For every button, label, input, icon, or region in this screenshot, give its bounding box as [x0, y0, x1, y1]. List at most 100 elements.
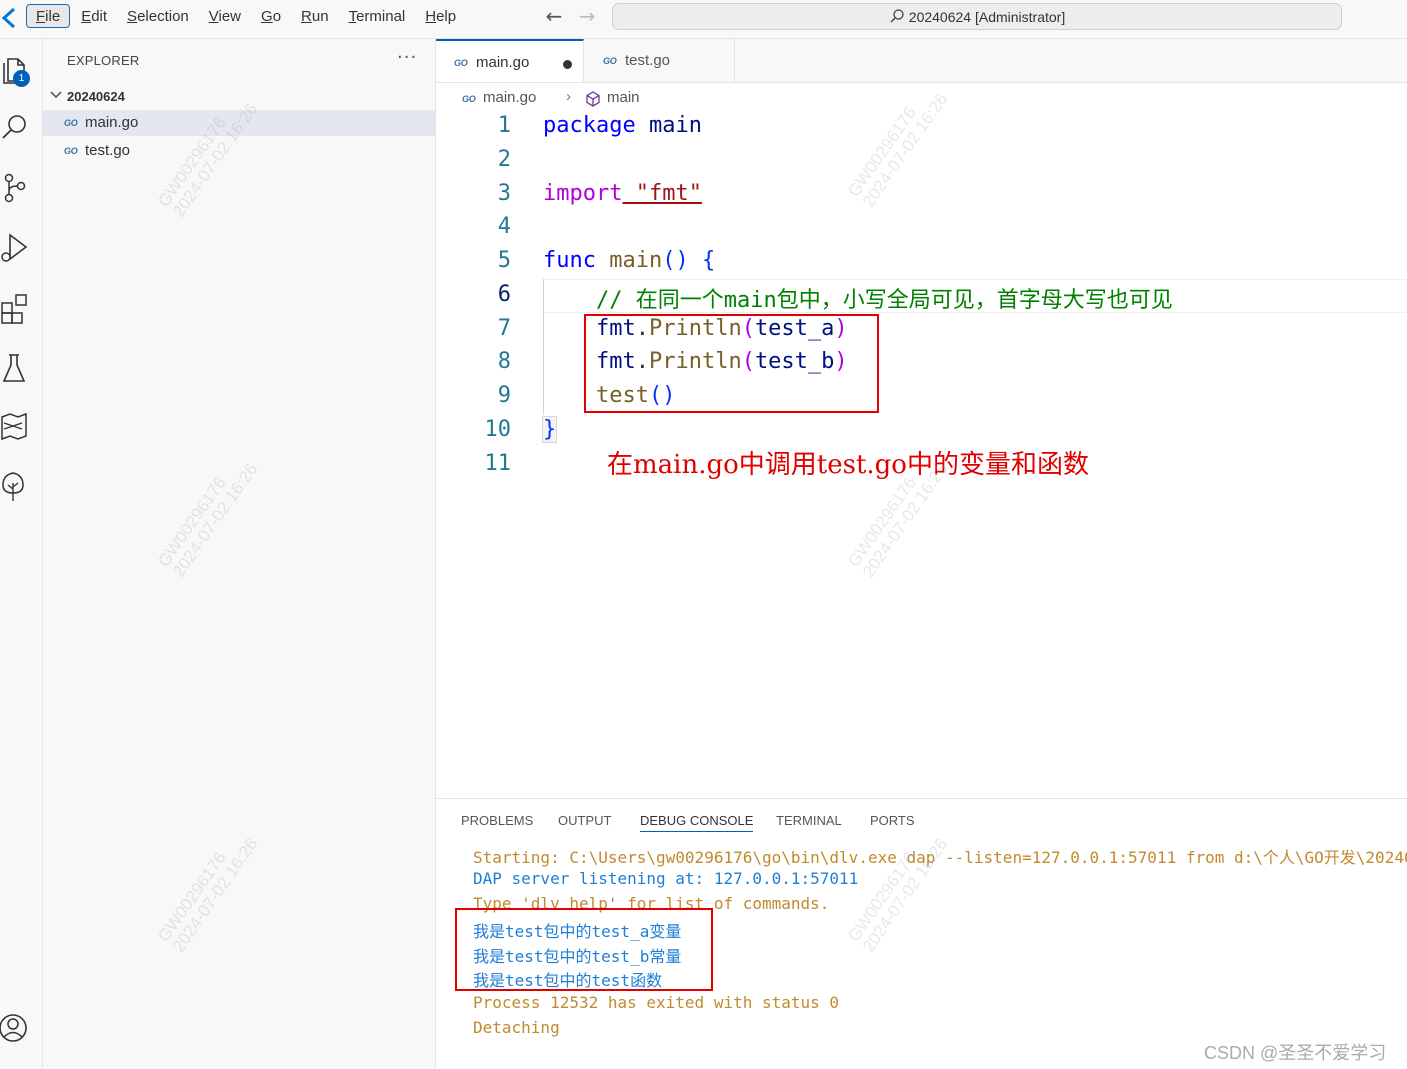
menu-edit-label: dit [91, 8, 108, 25]
folder-name: 20240624 [67, 89, 125, 104]
go-file-icon: GO [462, 94, 476, 104]
go-file-icon: GO [64, 146, 78, 156]
line-number: 6 [497, 282, 511, 307]
map-icon [1, 412, 27, 441]
file-label: main.go [85, 114, 139, 131]
code-editor[interactable]: GO main.go › main 1 package main 2 3 imp… [436, 83, 1407, 798]
code-line: 1 package main [436, 111, 1407, 145]
go-file-icon: GO [603, 56, 617, 66]
search-icon [890, 9, 904, 23]
menu-edit[interactable]: Edit [72, 4, 116, 28]
tab-main-go[interactable]: GO main.go [436, 39, 584, 82]
menu-run-label: un [311, 8, 329, 25]
unsaved-dot-icon[interactable] [563, 60, 572, 69]
tab-test-go[interactable]: GO test.go [585, 39, 735, 82]
menu-view-label: iew [218, 8, 242, 25]
activity-search[interactable] [0, 109, 36, 145]
code-text: func main() { [543, 248, 716, 273]
menu-bar: File Edit Selection View Go Run Terminal… [26, 4, 467, 32]
command-center-search[interactable]: 20240624 [Administrator] [612, 3, 1342, 30]
go-file-icon: GO [454, 58, 468, 68]
menu-view[interactable]: View [200, 4, 250, 28]
menu-go-label: o [272, 8, 282, 25]
menu-go-mnemonic: G [261, 8, 273, 25]
activity-tree[interactable] [0, 469, 36, 505]
source-control-icon [4, 173, 26, 203]
menu-file-label: ile [45, 8, 61, 25]
console-line: Process 12532 has exited with status 0 [473, 993, 840, 1012]
menu-run-mnemonic: R [301, 8, 312, 25]
code-text: import "fmt" [543, 181, 702, 206]
search-icon [2, 115, 26, 139]
code-line: 3 import "fmt" [436, 179, 1407, 213]
panel-tab-debug-console[interactable]: DEBUG CONSOLE [640, 813, 754, 832]
line-number: 1 [497, 113, 511, 138]
line-number: 11 [484, 451, 512, 476]
line-number: 2 [497, 147, 511, 172]
code-line: 8 fmt.Println(test_b) [436, 347, 1407, 381]
menu-selection-mnemonic: S [127, 8, 138, 25]
menu-run[interactable]: Run [292, 4, 338, 28]
activity-accounts[interactable] [0, 1009, 36, 1045]
activity-remote-explorer[interactable] [0, 409, 36, 445]
nav-back-button[interactable]: ← [543, 6, 565, 28]
line-number: 7 [497, 316, 511, 341]
explorer-sidebar: EXPLORER ··· 20240624 GO main.go GO test… [43, 39, 436, 1068]
tab-label: test.go [625, 52, 671, 69]
breadcrumb-file[interactable]: main.go [483, 89, 536, 106]
menu-file[interactable]: File [26, 4, 71, 28]
chevron-down-icon [50, 91, 62, 98]
go-file-icon: GO [64, 118, 78, 128]
panel-tab-problems[interactable]: PROBLEMS [461, 813, 533, 828]
activity-extensions[interactable] [0, 289, 36, 325]
command-center-content: 20240624 [Administrator] [613, 8, 1341, 25]
code-line: 2 [436, 145, 1407, 179]
run-debug-icon [1, 233, 28, 262]
menu-edit-mnemonic: E [81, 8, 92, 25]
code-line: 4 [436, 212, 1407, 246]
tab-label: main.go [476, 54, 530, 71]
activity-source-control[interactable] [0, 169, 36, 205]
console-line: Detaching [473, 1018, 560, 1037]
line-number: 5 [497, 248, 511, 273]
file-label: test.go [85, 142, 131, 159]
line-number: 8 [497, 349, 511, 374]
activity-run-debug[interactable] [0, 229, 36, 265]
code-highlight-box [584, 314, 879, 413]
annotation-text: 在main.go中调用test.go中的变量和函数 [607, 450, 1089, 480]
menu-view-mnemonic: V [208, 8, 219, 25]
activity-testing[interactable] [0, 349, 36, 385]
tree-icon [2, 472, 24, 501]
code-text: // 在同一个main包中，小写全局可见，首字母大写也可见 [543, 288, 1173, 313]
folder-row[interactable]: 20240624 [43, 84, 435, 108]
line-number: 10 [484, 417, 512, 442]
output-highlight-box [455, 908, 713, 991]
menu-help[interactable]: Help [416, 4, 465, 28]
menu-selection-label: election [137, 8, 189, 25]
code-line: 6 // 在同一个main包中，小写全局可见，首字母大写也可见 [436, 280, 1407, 314]
more-actions-button[interactable]: ··· [397, 47, 417, 68]
title-bar: File Edit Selection View Go Run Terminal… [0, 0, 1407, 39]
file-item-main-go[interactable]: GO main.go [43, 110, 435, 136]
menu-selection[interactable]: Selection [118, 4, 198, 28]
code-text: package main [543, 113, 702, 138]
panel-tab-terminal[interactable]: TERMINAL [776, 813, 842, 828]
console-line: DAP server listening at: 127.0.0.1:57011 [473, 869, 859, 888]
menu-terminal-label: erminal [356, 8, 406, 25]
nav-forward-button[interactable]: → [576, 6, 598, 28]
panel-tab-ports[interactable]: PORTS [870, 813, 915, 828]
breadcrumb-symbol[interactable]: main [607, 89, 640, 106]
cube-symbol-icon [586, 91, 600, 107]
explorer-badge: 1 [13, 70, 30, 87]
menu-terminal[interactable]: Terminal [340, 4, 415, 28]
panel-tab-output[interactable]: OUTPUT [558, 813, 611, 828]
line-number: 9 [497, 383, 511, 408]
menu-go[interactable]: Go [252, 4, 290, 28]
line-number: 3 [497, 181, 511, 206]
code-line: 5 func main() { [436, 246, 1407, 280]
menu-file-mnemonic: F [36, 8, 46, 25]
code-line: 9 test() [436, 381, 1407, 415]
vscode-logo-icon [1, 7, 16, 29]
flask-icon [2, 354, 26, 382]
file-item-test-go[interactable]: GO test.go [43, 138, 435, 164]
